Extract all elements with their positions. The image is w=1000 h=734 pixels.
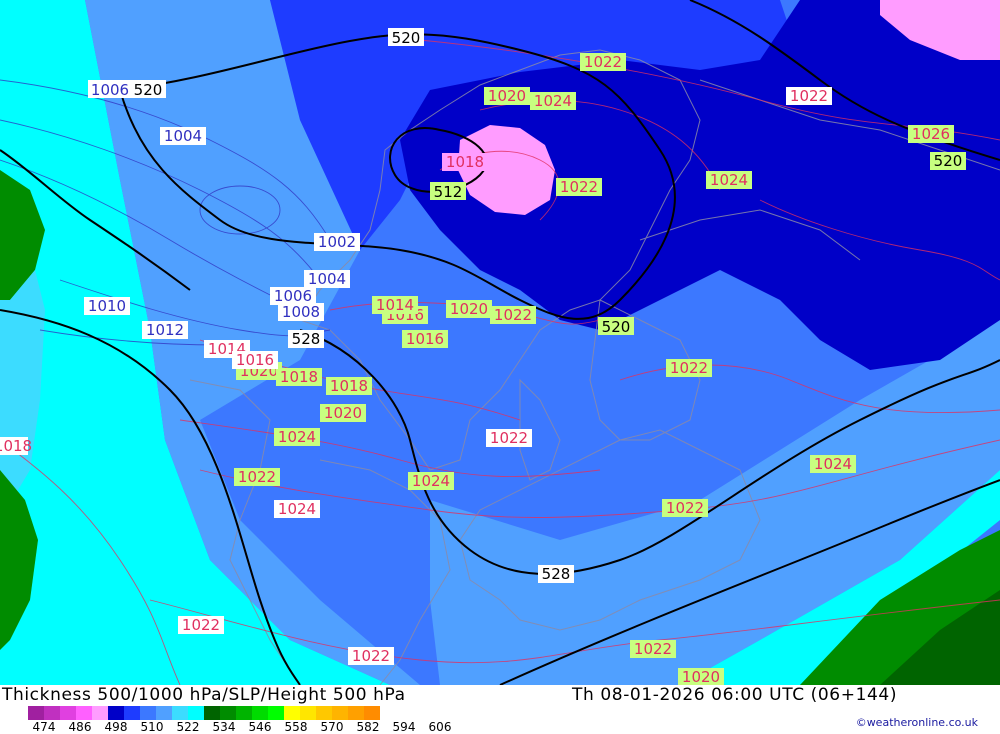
legend-swatch <box>316 706 332 720</box>
height-label: 520 <box>134 81 163 99</box>
legend-swatch <box>332 706 348 720</box>
svg-text:1022: 1022 <box>634 640 672 658</box>
legend-swatch <box>300 706 316 720</box>
map-title: Thickness 500/1000 hPa/SLP/Height 500 hP… <box>2 685 406 705</box>
legend-swatch <box>364 706 380 720</box>
svg-text:1018: 1018 <box>446 153 484 171</box>
legend-swatch <box>252 706 268 720</box>
legend-swatch <box>140 706 156 720</box>
legend-label: 606 <box>428 720 452 734</box>
svg-text:1014: 1014 <box>376 296 414 314</box>
svg-text:1022: 1022 <box>238 468 276 486</box>
svg-text:1022: 1022 <box>560 178 598 196</box>
legend-swatch <box>172 706 188 720</box>
map-datetime: Th 08-01-2026 06:00 UTC (06+144) <box>572 685 898 705</box>
svg-text:1008: 1008 <box>282 303 320 321</box>
color-legend <box>28 706 380 720</box>
legend-label: 486 <box>68 720 92 734</box>
svg-text:1022: 1022 <box>666 499 704 517</box>
svg-text:1024: 1024 <box>412 472 450 490</box>
legend-label: 510 <box>140 720 164 734</box>
svg-text:1022: 1022 <box>584 53 622 71</box>
legend-label: 522 <box>176 720 200 734</box>
legend-label: 582 <box>356 720 380 734</box>
svg-text:1024: 1024 <box>278 428 316 446</box>
legend-label: 498 <box>104 720 128 734</box>
legend-swatch <box>220 706 236 720</box>
svg-text:1022: 1022 <box>352 647 390 665</box>
svg-text:1022: 1022 <box>670 359 708 377</box>
svg-text:1022: 1022 <box>490 429 528 447</box>
legend-label: 546 <box>248 720 272 734</box>
legend-label: 594 <box>392 720 416 734</box>
svg-text:1010: 1010 <box>88 297 126 315</box>
svg-text:1022: 1022 <box>182 616 220 634</box>
legend-swatch <box>268 706 284 720</box>
legend-label: 558 <box>284 720 308 734</box>
svg-text:1020: 1020 <box>682 668 720 685</box>
legend-label: 474 <box>32 720 56 734</box>
legend-swatch <box>188 706 204 720</box>
legend-swatch <box>156 706 172 720</box>
svg-text:1012: 1012 <box>146 321 184 339</box>
svg-text:1022: 1022 <box>790 87 828 105</box>
svg-text:1018: 1018 <box>280 368 318 386</box>
svg-text:1022: 1022 <box>494 306 532 324</box>
svg-text:1006: 1006 <box>91 81 129 99</box>
legend-swatch <box>44 706 60 720</box>
legend-swatch <box>92 706 108 720</box>
svg-text:1002: 1002 <box>318 233 356 251</box>
svg-text:1024: 1024 <box>278 500 316 518</box>
svg-text:1016: 1016 <box>406 330 444 348</box>
height-label: 520 <box>602 318 631 336</box>
legend-labels: 474 486 498 510 522 534 546 558 570 582 594 606 <box>0 720 520 734</box>
height-label: 528 <box>542 565 571 583</box>
svg-text:1020: 1020 <box>450 300 488 318</box>
svg-text:1024: 1024 <box>534 92 572 110</box>
legend-swatch <box>348 706 364 720</box>
svg-text:1018: 1018 <box>330 377 368 395</box>
svg-text:1026: 1026 <box>912 125 950 143</box>
svg-text:1004: 1004 <box>308 270 346 288</box>
svg-text:1020: 1020 <box>324 404 362 422</box>
height-label: 512 <box>434 183 463 201</box>
credit-link[interactable]: ©weatheronline.co.uk <box>856 716 978 729</box>
legend-label: 570 <box>320 720 344 734</box>
weather-map: 520 520 520 512 528 528 520 1022 1020 10… <box>0 0 1000 685</box>
svg-text:1004: 1004 <box>164 127 202 145</box>
legend-swatch <box>76 706 92 720</box>
legend-swatch <box>124 706 140 720</box>
height-label: 520 <box>392 29 421 47</box>
legend-swatch <box>108 706 124 720</box>
svg-text:1016: 1016 <box>236 351 274 369</box>
legend-label: 534 <box>212 720 236 734</box>
legend-swatch <box>60 706 76 720</box>
height-label: 520 <box>934 152 963 170</box>
svg-text:1020: 1020 <box>488 87 526 105</box>
svg-text:1024: 1024 <box>814 455 852 473</box>
legend-swatch <box>236 706 252 720</box>
svg-text:1024: 1024 <box>710 171 748 189</box>
svg-text:1018: 1018 <box>0 437 32 455</box>
legend-swatch <box>284 706 300 720</box>
height-label: 528 <box>292 330 321 348</box>
legend-swatch <box>204 706 220 720</box>
legend-swatch <box>28 706 44 720</box>
